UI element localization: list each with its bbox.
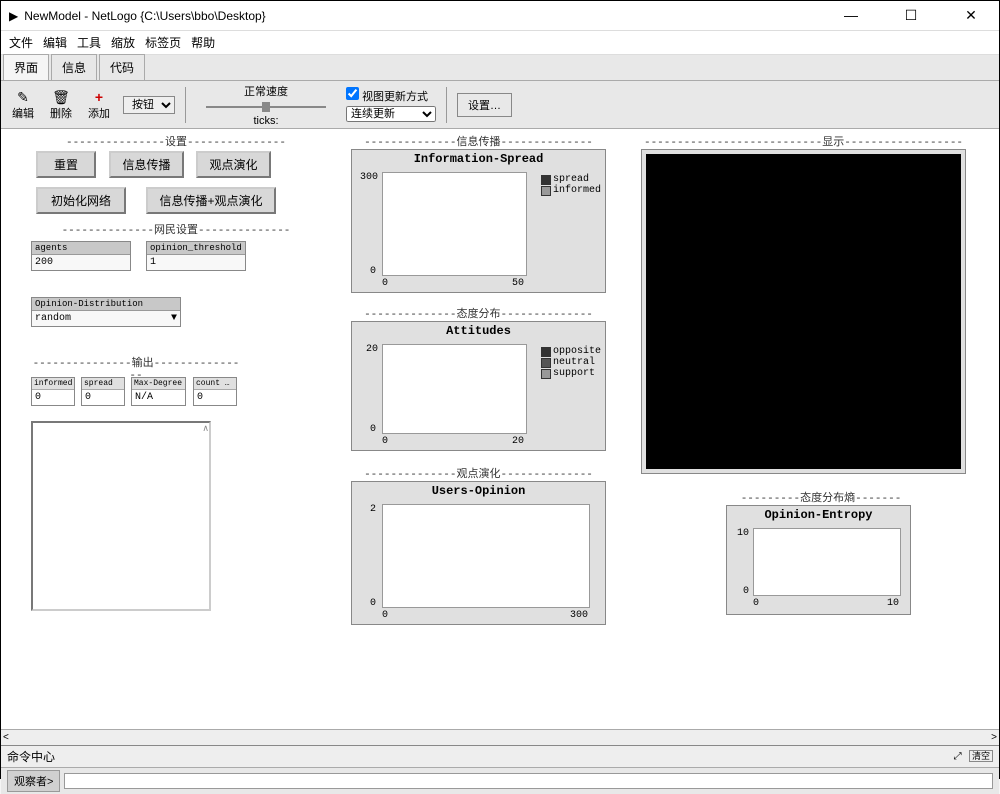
world-view-canvas[interactable]: [646, 154, 961, 469]
command-center: 命令中心 ⤢ 清空 观察者>: [1, 745, 999, 794]
opinion-evo-button[interactable]: 观点演化: [196, 151, 271, 178]
agents-input[interactable]: agents 200: [31, 241, 131, 271]
opinion-threshold-input[interactable]: opinion_threshold 1: [146, 241, 246, 271]
command-input[interactable]: [64, 773, 993, 789]
toolbar-widget-select[interactable]: 按钮: [123, 96, 175, 114]
toolbar-edit-button[interactable]: ✎ 编辑: [9, 89, 37, 121]
speed-slider[interactable]: [206, 101, 326, 113]
maximize-button[interactable]: ☐: [891, 7, 931, 24]
menu-tools[interactable]: 工具: [77, 34, 101, 51]
observer-chooser[interactable]: 观察者>: [7, 770, 60, 792]
speed-label: 正常速度: [244, 83, 288, 99]
tab-code[interactable]: 代码: [99, 54, 145, 80]
reset-button[interactable]: 重置: [36, 151, 96, 178]
scroll-right-icon[interactable]: >: [991, 732, 997, 743]
init-network-button[interactable]: 初始化网络: [36, 187, 126, 214]
plot-entropy: Opinion-Entropy 10 0 0 10: [726, 505, 911, 615]
menu-file[interactable]: 文件: [9, 34, 33, 51]
ticks-label: ticks:: [253, 115, 278, 127]
settings-button[interactable]: 设置…: [457, 93, 512, 117]
view-update-select[interactable]: 连续更新: [346, 106, 436, 122]
monitor-count: count …0: [193, 377, 237, 406]
workspace[interactable]: ---------------设置--------------- 重置 信息传播…: [1, 129, 999, 729]
window-title: NewModel - NetLogo {C:\Users\bbo\Desktop…: [24, 9, 831, 23]
toolbar-separator-2: [446, 87, 447, 123]
menu-bar: 文件 编辑 工具 缩放 标签页 帮助: [1, 31, 999, 55]
toolbar-separator: [185, 87, 186, 123]
expand-icon[interactable]: ⤢: [954, 751, 962, 762]
monitor-spread: spread0: [81, 377, 125, 406]
speed-control: 正常速度 ticks:: [196, 83, 336, 127]
tab-info[interactable]: 信息: [51, 54, 97, 80]
section-settings-label: ---------------设置---------------: [31, 133, 321, 149]
menu-edit[interactable]: 编辑: [43, 34, 67, 51]
trash-icon: 🗑: [52, 89, 70, 105]
tab-interface[interactable]: 界面: [3, 54, 49, 80]
view-box[interactable]: [641, 149, 966, 474]
horizontal-scrollbar[interactable]: < >: [1, 729, 999, 745]
plot-users-opinion: Users-Opinion 2 0 0 300: [351, 481, 606, 625]
opinion-distribution-chooser[interactable]: Opinion-Distribution random▼: [31, 297, 181, 327]
monitor-max-degree: Max-DegreeN/A: [131, 377, 186, 406]
minimize-button[interactable]: —: [831, 7, 871, 24]
info-spread-button[interactable]: 信息传播: [109, 151, 184, 178]
chevron-down-icon: ▼: [171, 313, 177, 324]
section-attitude-label: --------------态度分布--------------: [351, 305, 606, 321]
menu-help[interactable]: 帮助: [191, 34, 215, 51]
toolbar-add-button[interactable]: + 添加: [85, 89, 113, 121]
toolbar: ✎ 编辑 🗑 删除 + 添加 按钮 正常速度 ticks: 视图更新方式 连续更…: [1, 81, 999, 129]
menu-zoom[interactable]: 缩放: [111, 34, 135, 51]
tab-bar: 界面 信息 代码: [1, 55, 999, 81]
output-box[interactable]: ∧: [31, 421, 211, 611]
toolbar-delete-button[interactable]: 🗑 删除: [47, 89, 75, 121]
menu-tabs[interactable]: 标签页: [145, 34, 181, 51]
app-icon: ▶: [9, 9, 18, 23]
combo-button[interactable]: 信息传播+观点演化: [146, 187, 276, 214]
pencil-icon: ✎: [17, 89, 29, 105]
command-center-title: 命令中心: [7, 748, 55, 765]
view-update-checkbox[interactable]: 视图更新方式: [346, 87, 436, 104]
monitor-informed: informed0: [31, 377, 75, 406]
plot-attitudes: Attitudes 20 0 0 20 opposite neutral sup…: [351, 321, 606, 451]
plot-information-spread: Information-Spread 300 0 0 50 spread inf…: [351, 149, 606, 293]
scroll-left-icon[interactable]: <: [3, 732, 9, 743]
close-button[interactable]: ✕: [951, 7, 991, 24]
section-netizen-label: --------------网民设置--------------: [31, 221, 321, 237]
section-opinion-evo-label: --------------观点演化--------------: [351, 465, 606, 481]
clear-button[interactable]: 清空: [969, 750, 993, 762]
plus-icon: +: [95, 89, 103, 105]
title-bar: ▶ NewModel - NetLogo {C:\Users\bbo\Deskt…: [1, 1, 999, 31]
section-entropy-label: ---------态度分布熵-------: [731, 489, 911, 505]
section-info-spread-label: --------------信息传播--------------: [351, 133, 606, 149]
